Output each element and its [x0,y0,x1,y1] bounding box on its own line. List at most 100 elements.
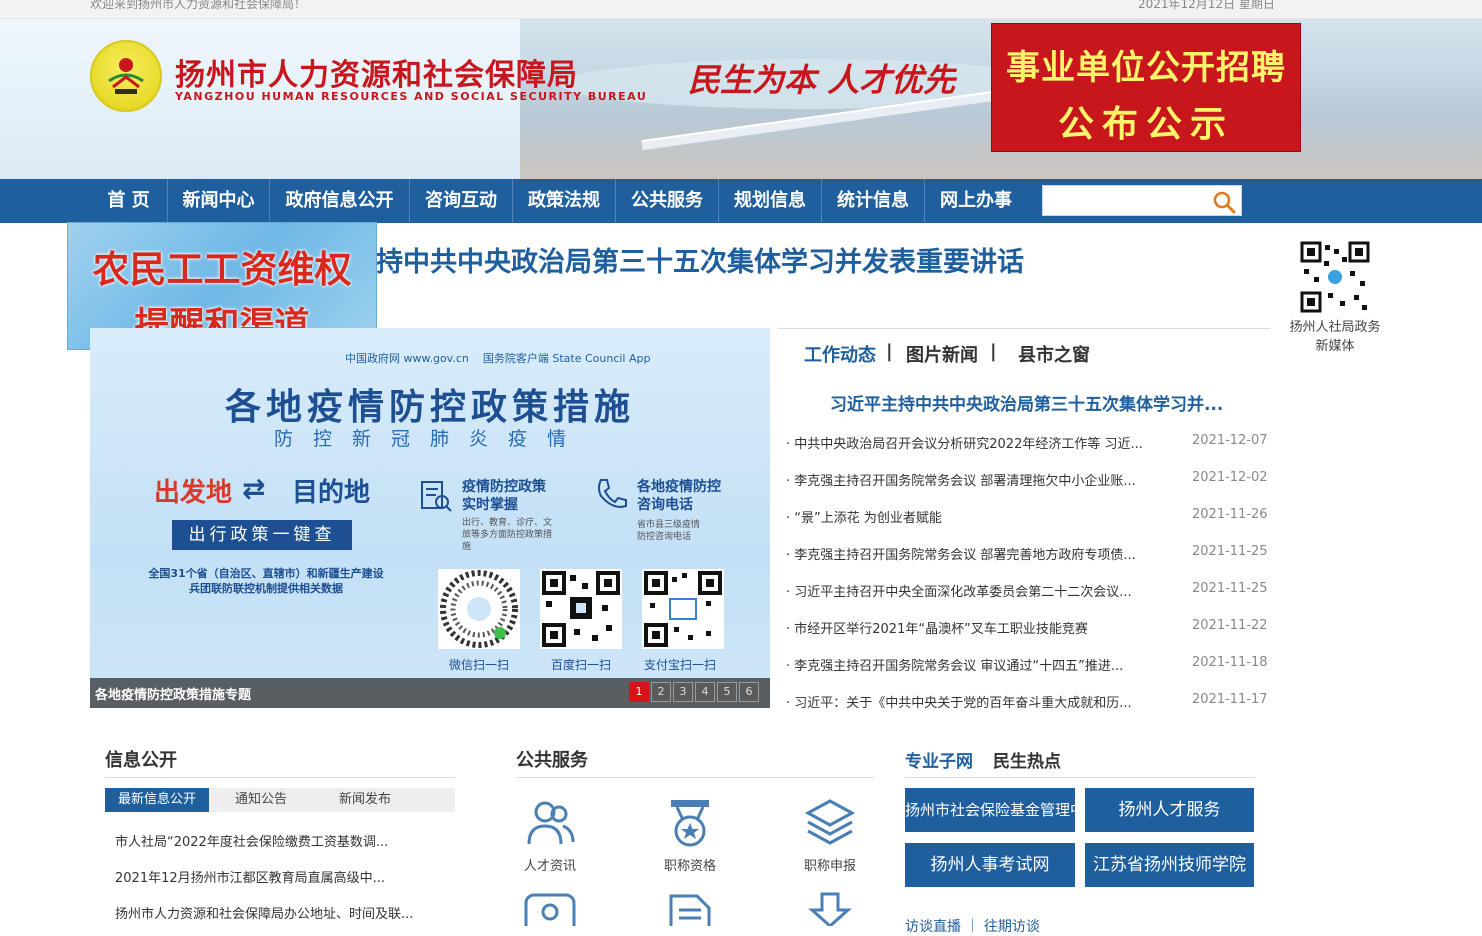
media-qr-code [1300,241,1370,313]
technician-college-button[interactable]: 江苏省扬州技师学院 [1085,843,1254,887]
news-item[interactable]: · 李克强主持召开国务院常务会议 审议通过“十四五”推进... 2021-11-… [786,655,1270,675]
interview-tabs[interactable]: 访谈直播 ｜ 往期访谈 [905,916,1040,936]
social-insurance-fund-button[interactable]: 扬州市社会保险基金管理中心 [905,788,1100,832]
news-item-date: 2021-12-02 [1192,470,1268,485]
search-icon[interactable] [1212,190,1236,214]
news-item-title: · 市经开区举行2021年“晶澳杯”叉车工职业技能竞赛 [786,622,1088,637]
migrant-line1: 农民工工资维权 [92,247,352,291]
swap-arrow-icon: ⇄ [242,472,266,505]
news-item-date: 2021-11-17 [1192,692,1268,707]
bureau-logo[interactable] [90,40,162,112]
tab-press[interactable]: 新闻发布 [313,788,417,812]
info-item[interactable]: 市人社局“2022年度社会保险缴费工资基数调... [115,831,388,850]
tab-notices[interactable]: 通知公告 [209,788,313,812]
services-section-title: 公共服务 [516,750,588,771]
nav-home[interactable]: 首 页 [90,179,168,223]
source-gov: 中国政府网 www.gov.cn [345,352,469,365]
service-label: 人才资讯 [523,859,576,874]
personnel-exam-button[interactable]: 扬州人事考试网 [905,843,1075,887]
news-item-title: · 中共中央政治局召开会议分析研究2022年经济工作等 习近... [786,437,1143,452]
slider-subtitle: 防控新冠肺炎疫情 [273,428,586,450]
baidu-scan-label: 百度扫一扫 [550,658,611,672]
tab-separator: | [990,341,997,362]
nav-policy[interactable]: 政策法规 [513,179,616,223]
news-item-title: · 李克强主持召开国务院常务会议 部署清理拖欠中小企业账... [786,474,1136,489]
slider-page-5[interactable]: 5 [717,682,737,702]
slider-note: 全国31个省（自治区、直辖市）和新疆生产建设兵团联防联控机制提供相关数据 [148,567,384,595]
info-tabs: 最新信息公开 通知公告 新闻发布 [105,788,455,812]
news-item-title: · “景”上添花 为创业者赋能 [786,511,942,526]
news-item-title: · 李克强主持召开国务院常务会议 审议通过“十四五”推进... [786,659,1124,674]
site-subtitle: YANGZHOU HUMAN RESOURCES AND SOCIAL SECU… [175,90,648,103]
news-item[interactable]: · “景”上添花 为创业者赋能 2021-11-26 [786,507,1270,527]
news-item[interactable]: · 中共中央政治局召开会议分析研究2022年经济工作等 习近... 2021-1… [786,433,1270,453]
info-section-title: 信息公开 [105,750,177,771]
news-item-title: · 李克强主持召开国务院常务会议 部署完善地方政府专项债... [786,548,1136,563]
logo-emblem-icon [108,58,144,94]
news-item-title: · 习近平：关于《中共中央关于党的百年奋斗重大成就和历... [786,696,1132,711]
news-item-date: 2021-11-26 [1192,507,1268,522]
news-item-title: · 习近平主持召开中央全面深化改革委员会第二十二次会议... [786,585,1132,600]
news-item[interactable]: · 李克强主持召开国务院常务会议 部署清理拖欠中小企业账... 2021-12-… [786,470,1270,490]
slider-page-6[interactable]: 6 [739,682,759,702]
info-item[interactable]: 2021年12月扬州市江都区教育局直属高级中... [115,867,385,886]
policy-check-button: 出行政策一键查 [172,520,352,550]
tab-latest-info[interactable]: 最新信息公开 [105,788,209,812]
image-slider[interactable]: 中国政府网 www.gov.cn 国务院客户端 State Council Ap… [90,328,770,708]
tab-work-news[interactable]: 工作动态 [804,341,876,367]
slider-page-4[interactable]: 4 [695,682,715,702]
service-label: 职称申报 [803,859,856,874]
news-item-date: 2021-12-07 [1192,433,1268,448]
document-icon[interactable] [663,892,717,926]
subsites-section-line [905,777,1255,778]
slider-caption[interactable]: 各地疫情防控政策措施专题 [95,684,251,703]
info-item[interactable]: 扬州市人力资源和社会保障局办公地址、时间及联... [115,903,413,922]
top-bar: 欢迎来到扬州市人力资源和社会保障局！ 2021年12月12日 星期日 [0,0,1482,19]
media-qr-label: 扬州人社局政务新媒体 [1289,320,1381,354]
download-arrow-icon[interactable] [803,892,857,926]
nav-statistics[interactable]: 统计信息 [822,179,925,223]
news-item[interactable]: · 习近平：关于《中共中央关于党的百年奋斗重大成就和历... 2021-11-1… [786,692,1270,712]
news-item[interactable]: · 市经开区举行2021年“晶澳杯”叉车工职业技能竞赛 2021-11-22 [786,618,1270,638]
tab-photo-news[interactable]: 图片新闻 [906,341,978,367]
site-title: 扬州市人力资源和社会保障局 [175,58,578,93]
news-item-date: 2021-11-25 [1192,544,1268,559]
nav-news-center[interactable]: 新闻中心 [168,179,270,223]
nav-online-service[interactable]: 网上办事 [925,179,1027,223]
talent-service-button[interactable]: 扬州人才服务 [1085,788,1254,832]
document-search-icon [421,481,452,512]
nav-gov-info[interactable]: 政府信息公开 [270,179,410,223]
news-item-date: 2021-11-25 [1192,581,1268,596]
news-item-date: 2021-11-22 [1192,618,1268,633]
feature-policy-title: 疫情防控政策实时掌握 [462,479,546,513]
feature-phone-sub: 省市县三级疫情防控咨询电话 [637,520,701,542]
tab-livelihood-hotspots[interactable]: 民生热点 [993,747,1061,772]
source-app: 国务院客户端 State Council App [482,352,651,365]
main-nav: 首 页 新闻中心 政府信息公开 咨询互动 政策法规 公共服务 规划信息 统计信息… [0,179,1482,223]
recruit-announcement-banner[interactable]: 事业单位公开招聘 公布公示 [991,23,1301,152]
recruit-line2: 公布公示 [1057,103,1234,145]
news-item[interactable]: · 李克强主持召开国务院常务会议 部署完善地方政府专项债... 2021-11-… [786,544,1270,564]
tab-professional-subsites[interactable]: 专业子网 [905,747,973,772]
wechat-qr-code [438,569,520,649]
slider-title: 各地疫情防控政策措施 [224,387,635,428]
news-item-date: 2021-11-18 [1192,655,1268,670]
medal-icon [671,800,709,847]
news-top-headline[interactable]: 习近平主持中共中央政治局第三十五次集体学习并... [830,390,1223,415]
news-item[interactable]: · 习近平主持召开中央全面深化改革委员会第二十二次会议... 2021-11-2… [786,581,1270,601]
tab-county-window[interactable]: 县市之窗 [1018,341,1090,367]
feature-phone-title: 各地疫情防控咨询电话 [637,479,721,513]
slider-page-1[interactable]: 1 [629,682,649,702]
current-date: 2021年12月12日 星期日 [1138,0,1275,11]
slider-page-3[interactable]: 3 [673,682,693,702]
id-card-icon[interactable] [523,892,577,926]
alipay-qr-code [642,569,724,649]
search-input[interactable] [1045,188,1205,213]
headline-link[interactable]: 持中共中央政治局第三十五次集体学习并发表重要讲话 [376,240,1024,279]
baidu-qr-code [540,569,622,649]
slider-page-2[interactable]: 2 [651,682,671,702]
nav-consult[interactable]: 咨询互动 [410,179,513,223]
nav-planning[interactable]: 规划信息 [719,179,822,223]
slider-source: 中国政府网 www.gov.cn 国务院客户端 State Council Ap… [345,350,650,366]
nav-public-service[interactable]: 公共服务 [616,179,719,223]
